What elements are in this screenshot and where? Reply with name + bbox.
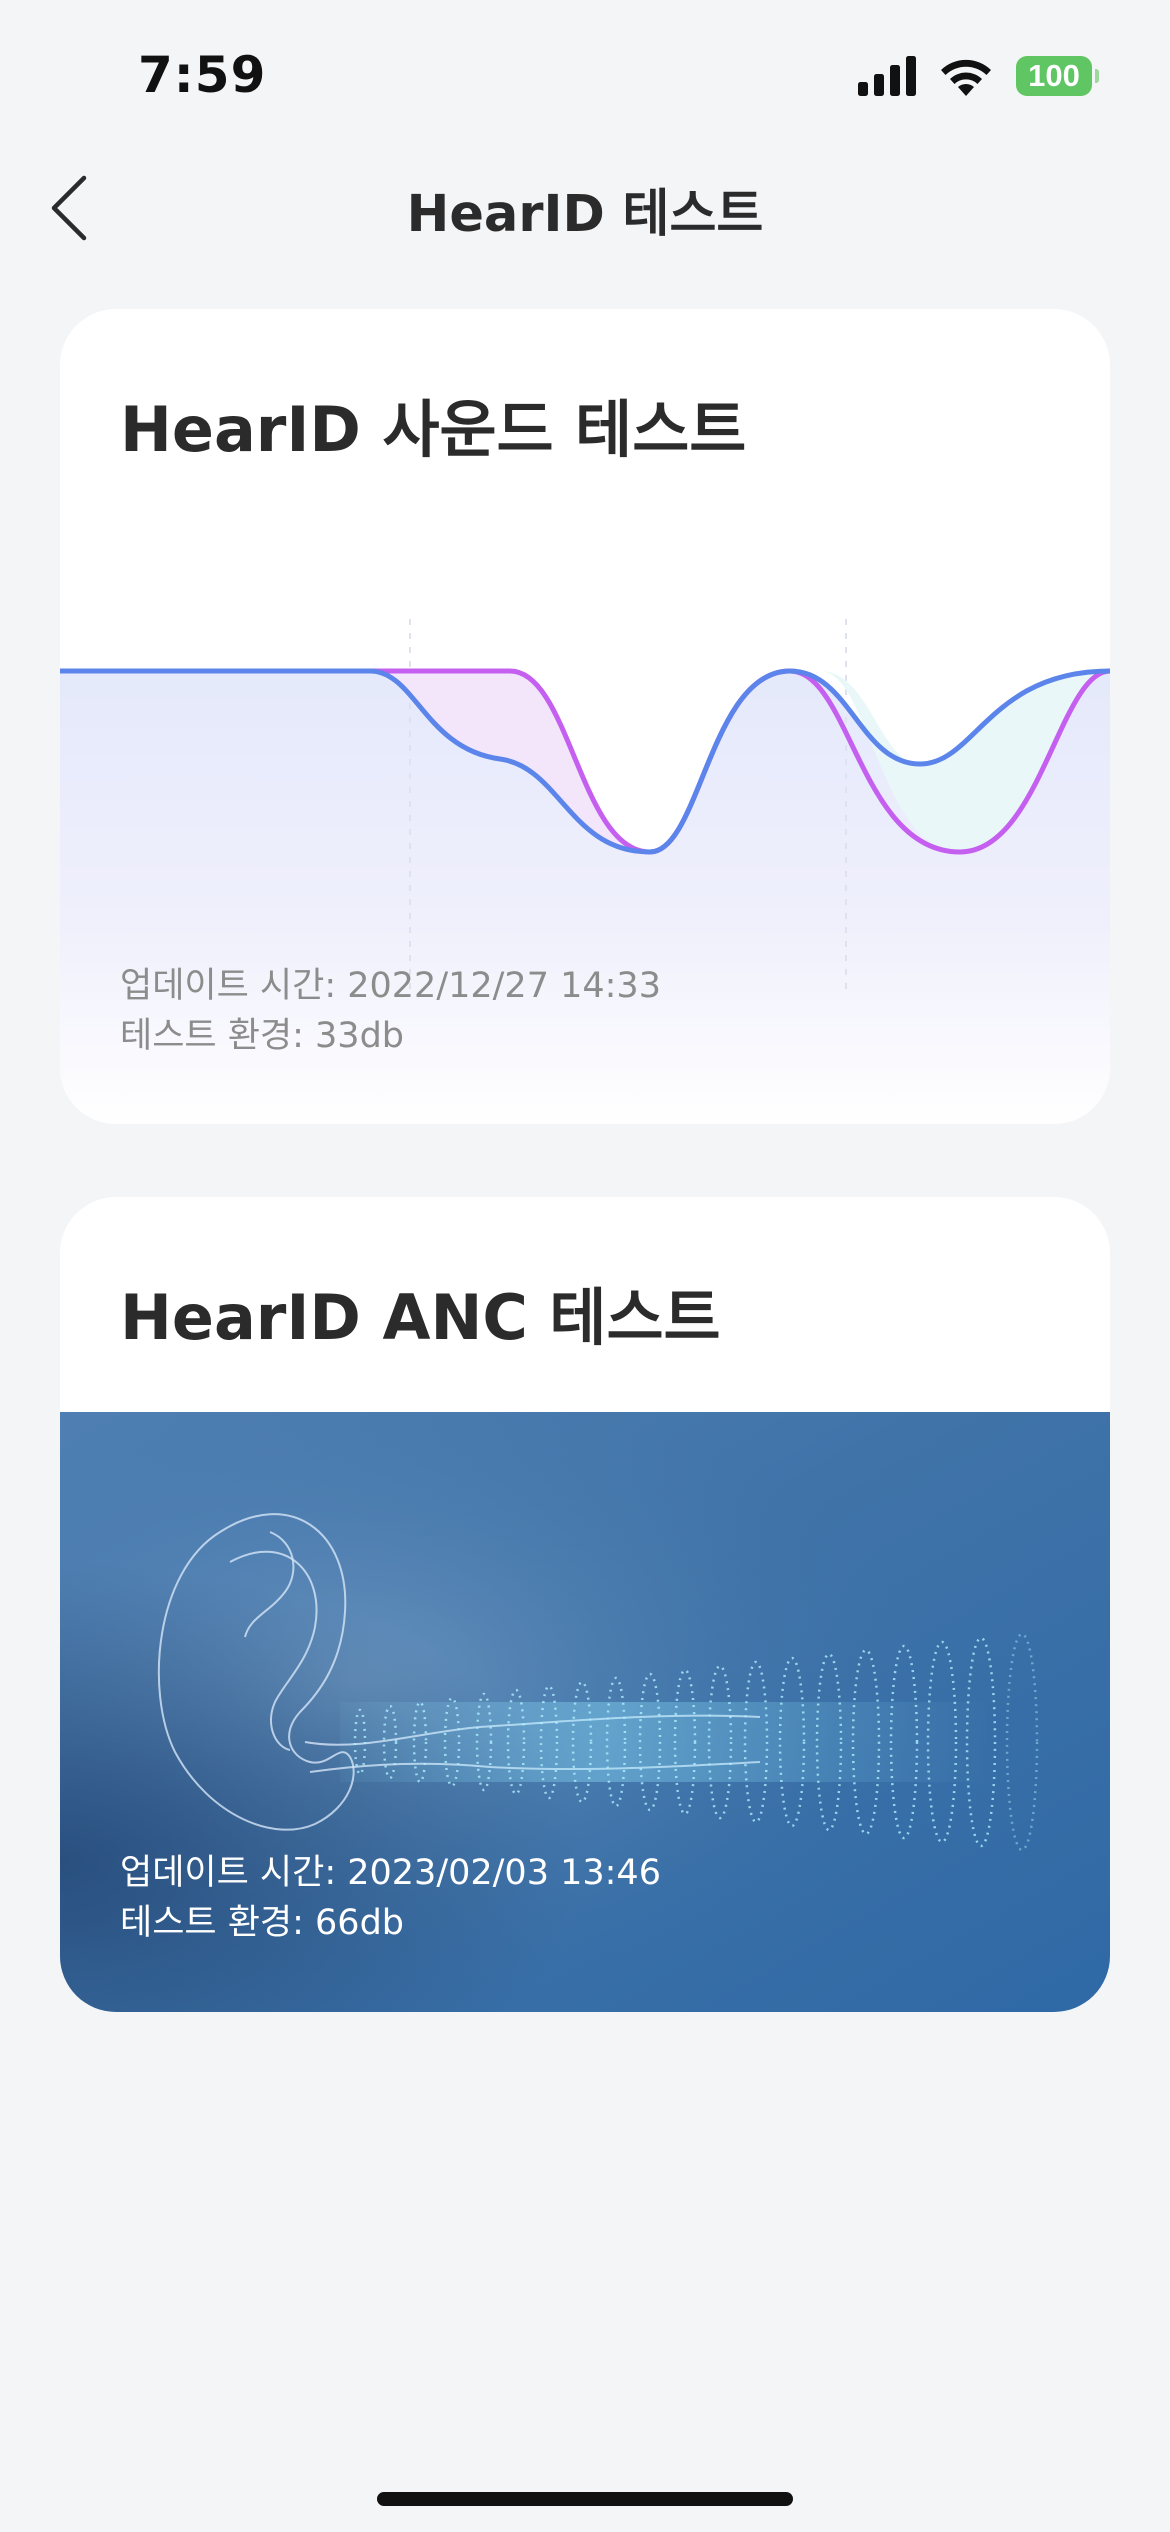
home-indicator[interactable] bbox=[377, 2492, 793, 2506]
battery-icon: 100 bbox=[1016, 56, 1099, 96]
chevron-left-icon bbox=[51, 175, 87, 241]
battery-level: 100 bbox=[1028, 58, 1080, 93]
anc-test-environment: 테스트 환경: 66db bbox=[120, 1903, 405, 1943]
sound-test-environment: 테스트 환경: 33db bbox=[120, 1016, 405, 1056]
page-title: HearID 테스트 bbox=[406, 185, 764, 244]
nav-bar: HearID 테스트 bbox=[0, 150, 1170, 262]
anc-test-updated: 업데이트 시간: 2023/02/03 13:46 bbox=[120, 1853, 661, 1893]
sound-test-title: HearID 사운드 테스트 bbox=[120, 393, 747, 466]
signal-icon bbox=[858, 56, 916, 96]
back-button[interactable] bbox=[34, 170, 104, 246]
anc-test-title: HearID ANC 테스트 bbox=[120, 1281, 721, 1354]
sound-test-meta: 업데이트 시간: 2022/12/27 14:33 테스트 환경: 33db bbox=[120, 961, 661, 1061]
anc-test-card[interactable]: HearID ANC 테스트 업데이트 시간: 2023/02/03 13:46… bbox=[60, 1197, 1110, 2012]
status-time: 7:59 bbox=[138, 46, 267, 104]
status-bar: 7:59 100 bbox=[0, 0, 1170, 150]
battery-tip bbox=[1095, 69, 1099, 83]
wifi-icon bbox=[941, 59, 991, 96]
anc-test-meta: 업데이트 시간: 2023/02/03 13:46 테스트 환경: 66db bbox=[120, 1848, 661, 1948]
sound-test-updated: 업데이트 시간: 2022/12/27 14:33 bbox=[120, 966, 661, 1006]
status-icons: 100 bbox=[858, 56, 1099, 96]
sound-test-card[interactable]: HearID 사운드 테스트 업데이트 시간: 2022/12/27 14:33… bbox=[60, 309, 1110, 1124]
